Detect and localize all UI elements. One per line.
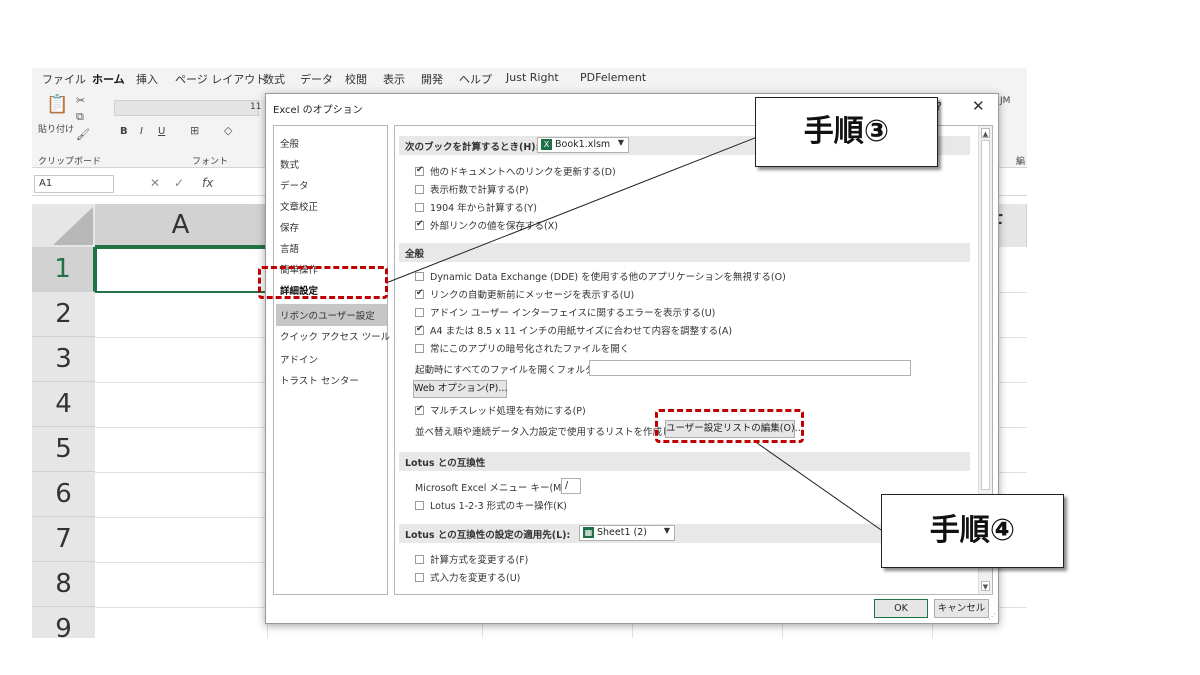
callout-step4: 手順④ xyxy=(881,494,1064,568)
leader-line-step4 xyxy=(756,442,885,533)
highlight-edit-custom-lists xyxy=(655,409,804,443)
callout-step3: 手順③ xyxy=(755,97,938,167)
annotation-leader-lines xyxy=(385,131,885,533)
highlight-advanced-nav xyxy=(258,266,388,299)
leader-line-step3 xyxy=(385,131,771,284)
